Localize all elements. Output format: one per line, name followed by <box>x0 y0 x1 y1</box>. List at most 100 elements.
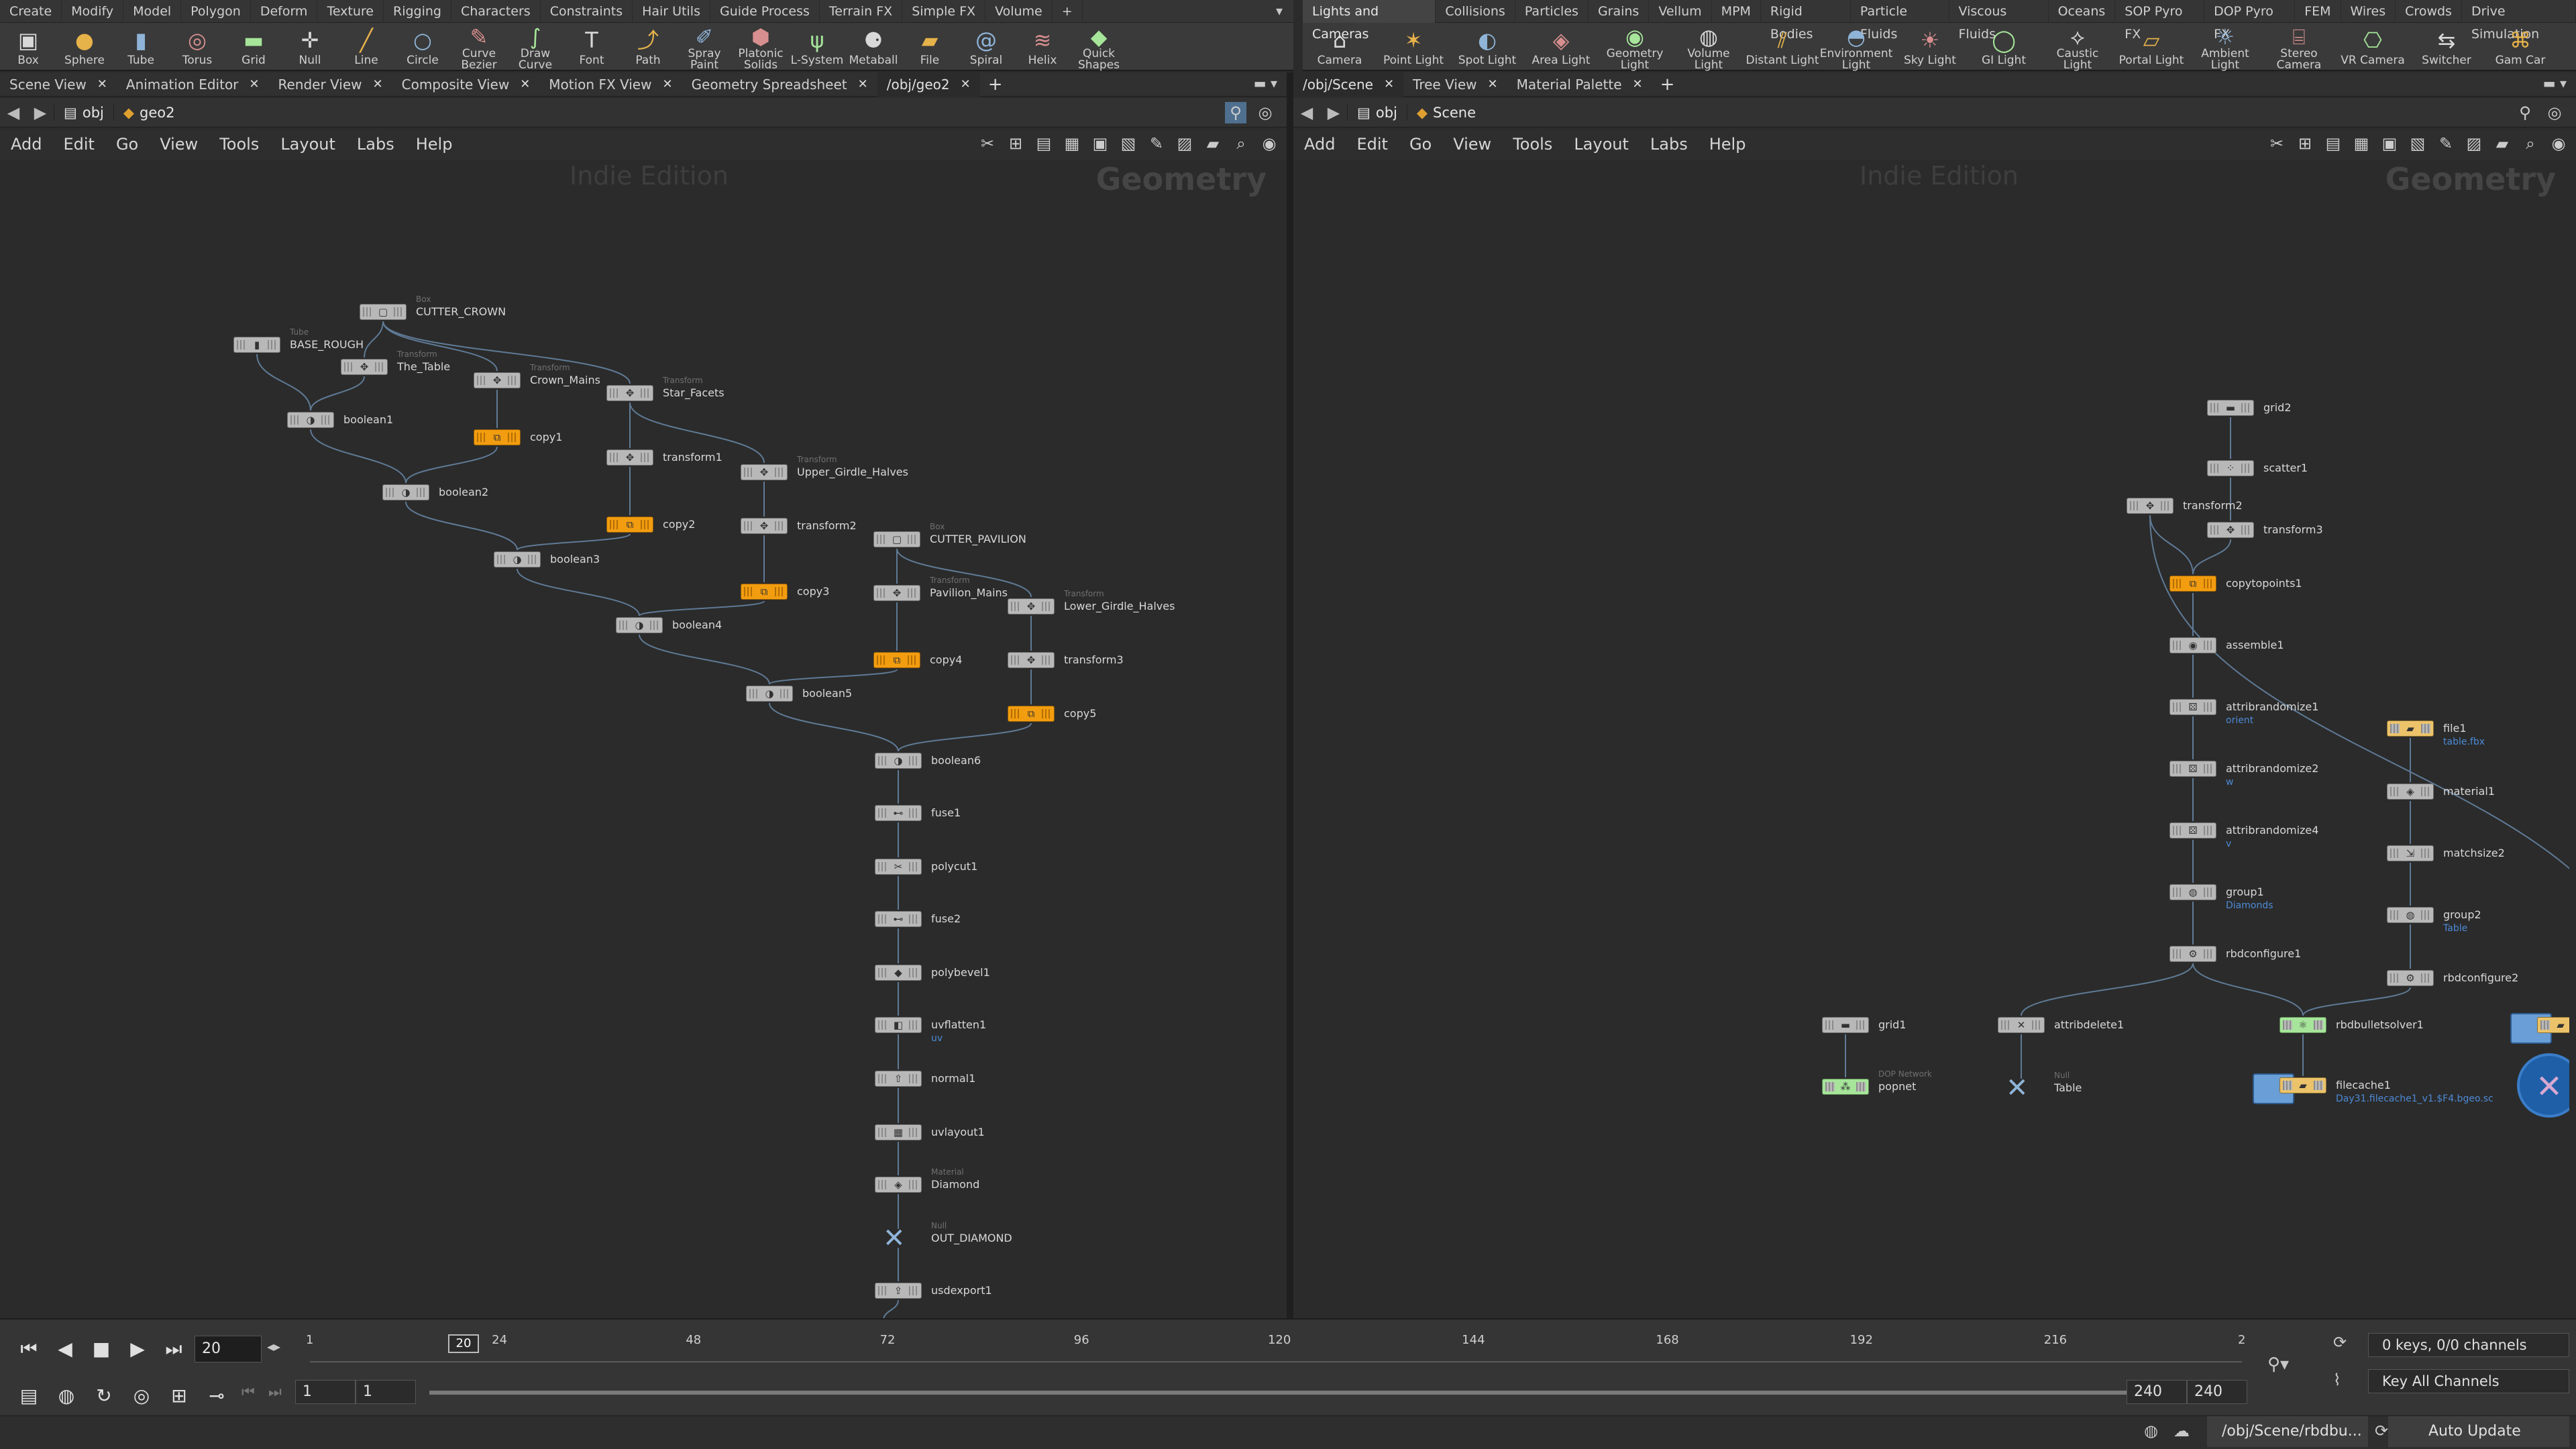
pin-icon[interactable]: ⚲ <box>1225 102 1246 123</box>
shelf-tab-characters[interactable]: Characters <box>451 0 541 23</box>
close-icon[interactable]: ✕ <box>1488 72 1498 97</box>
tool-sky-light[interactable]: ☀ Sky Light <box>1893 24 1967 71</box>
wire-cutter_crown-the_table[interactable] <box>364 321 384 358</box>
menu-view[interactable]: View <box>1442 135 1502 154</box>
wrench-icon[interactable]: ✂ <box>977 133 998 154</box>
tab-tree-view[interactable]: Tree View ✕ <box>1403 72 1507 97</box>
tool-vr-camera[interactable]: ⎔ VR Camera <box>2336 24 2410 71</box>
frame-cursor[interactable]: 20 <box>447 1334 479 1353</box>
cloud-icon[interactable]: ☁ <box>2174 1421 2190 1440</box>
wire-copy2-boolean3[interactable] <box>517 533 631 551</box>
tool-metaball[interactable]: ⚈ Metaball <box>845 24 902 71</box>
sticky-icon[interactable]: ▧ <box>1118 133 1139 154</box>
current-frame-field[interactable]: 20 <box>195 1336 262 1362</box>
tool-camera[interactable]: ⌂ Camera <box>1303 24 1377 71</box>
tool-volume-light[interactable]: ◍ Volume Light <box>1672 24 1746 71</box>
grid-view-icon[interactable]: ▦ <box>2351 133 2372 154</box>
play-icon[interactable]: ▶ <box>122 1334 153 1364</box>
pin-icon[interactable]: ⚲ <box>2514 102 2536 123</box>
status-path[interactable]: /obj/Scene/rbdbu... <box>2207 1416 2368 1447</box>
tool-distant-light[interactable]: ⫽ Distant Light <box>1746 24 1819 71</box>
range-end-field[interactable]: 240 <box>2127 1380 2187 1404</box>
shelf-menu-arrow-icon[interactable]: ▾ <box>1276 3 1283 19</box>
menu-labs[interactable]: Labs <box>1640 135 1699 154</box>
stop-icon[interactable]: ■ <box>86 1334 117 1364</box>
tree-icon[interactable]: ⊞ <box>1005 133 1026 154</box>
tool-curve-bezier[interactable]: ✎ Curve Bezier <box>451 24 507 71</box>
shelf-tab-drive-simulation[interactable]: Drive Simulation <box>2462 0 2576 42</box>
back-arrow-icon[interactable]: ◀ <box>1293 103 1320 122</box>
tab-animation-editor[interactable]: Animation Editor ✕ <box>117 72 269 97</box>
menu-add[interactable]: Add <box>1293 135 1346 154</box>
shelf-tab-model[interactable]: Model <box>123 0 182 23</box>
wire-usdexport1-output[interactable] <box>883 1299 899 1318</box>
tab-composite-view[interactable]: Composite View ✕ <box>392 72 540 97</box>
close-icon[interactable]: ✕ <box>961 72 971 97</box>
list-icon[interactable]: ▤ <box>1033 133 1055 154</box>
tool-grid[interactable]: ▬ Grid <box>225 24 282 71</box>
tool-environment-light[interactable]: ◓ Environment Light <box>1819 24 1893 71</box>
path-segment-obj[interactable]: ▤ obj <box>1347 104 1407 121</box>
tool-null[interactable]: ✛ Null <box>282 24 338 71</box>
box-icon[interactable]: ▰ <box>1202 133 1224 154</box>
shelf-tab-hair-utils[interactable]: Hair Utils <box>633 0 710 23</box>
shelf-tab-mpm[interactable]: MPM <box>1712 0 1761 23</box>
wire-boolean3-boolean4[interactable] <box>517 568 640 616</box>
menu-layout[interactable]: Layout <box>270 135 346 154</box>
range-start-field-2[interactable]: 1 <box>356 1380 416 1404</box>
range-start-field[interactable]: 1 <box>295 1380 356 1404</box>
shelf-tab-polygon[interactable]: Polygon <box>181 0 251 23</box>
sticky-icon[interactable]: ▧ <box>2407 133 2428 154</box>
grid-view-icon[interactable]: ▦ <box>1061 133 1083 154</box>
network-editor-left[interactable]: Indie Edition Geometry ▢ CUTTER_CROWN Box ▮… <box>9 161 1280 1318</box>
shelf-tab-lights-and-cameras[interactable]: Lights and Cameras <box>1303 0 1436 42</box>
tool-line[interactable]: ╱ Line <box>338 24 394 71</box>
tool-circle[interactable]: ○ Circle <box>394 24 451 71</box>
wire-boolean1-boolean2[interactable] <box>310 429 407 484</box>
wire-transform3r-copytopoints1[interactable] <box>2192 539 2231 575</box>
layout-icon[interactable]: ▣ <box>1089 133 1111 154</box>
shelf-tab-texture[interactable]: Texture <box>317 0 384 23</box>
tree-icon[interactable]: ⊞ <box>2294 133 2316 154</box>
path-segment-obj[interactable]: ▤ obj <box>54 104 113 121</box>
tool-draw-curve[interactable]: ∫ Draw Curve <box>507 24 564 71</box>
wire-transform2r-copytopoints1[interactable] <box>2149 515 2194 575</box>
step-arrows-icon[interactable]: ◂▸ <box>267 1338 280 1354</box>
eye-icon[interactable]: ◉ <box>2548 133 2569 154</box>
menu-edit[interactable]: Edit <box>52 135 105 154</box>
tab-obj-scene[interactable]: /obj/Scene ✕ <box>1293 72 1404 97</box>
tool-spot-light[interactable]: ◐ Spot Light <box>1450 24 1524 71</box>
wire-copy1-boolean2[interactable] <box>405 446 498 484</box>
shelf-tab-sop-pyro-fx[interactable]: SOP Pyro FX <box>2115 0 2205 42</box>
play-reverse-icon[interactable]: ◀ <box>50 1334 80 1364</box>
add-tab-icon[interactable]: + <box>1652 74 1683 95</box>
jump-start-icon[interactable]: ⏮ <box>13 1334 44 1364</box>
shelf-tab-terrain-fx[interactable]: Terrain FX <box>820 0 903 23</box>
wire-rbdconfigure1-rbdbulletsolver1[interactable] <box>2192 963 2304 1016</box>
loop-icon[interactable]: ↻ <box>89 1381 119 1411</box>
add-shelf-tab-icon[interactable]: + <box>1053 0 1083 23</box>
menu-view[interactable]: View <box>149 135 209 154</box>
shelf-tab-deform[interactable]: Deform <box>251 0 318 23</box>
range-end-field-2[interactable]: 240 <box>2187 1380 2247 1404</box>
tool-spray-paint[interactable]: ✐ Spray Paint <box>676 24 733 71</box>
realtime-icon[interactable]: ▤ <box>13 1381 44 1411</box>
shelf-tab-volume[interactable]: Volume <box>985 0 1053 23</box>
tool-torus[interactable]: ◎ Torus <box>169 24 225 71</box>
wrench-icon[interactable]: ✂ <box>2266 133 2288 154</box>
shelf-tab-oceans[interactable]: Oceans <box>2049 0 2116 23</box>
wire-copy3-boolean4[interactable] <box>639 600 765 616</box>
range-start-step-icon[interactable]: ⏭ <box>268 1384 295 1401</box>
wire-the_table-boolean1[interactable] <box>310 376 365 411</box>
graph-icon[interactable]: ⌇ <box>2333 1371 2341 1389</box>
image-icon[interactable]: ▨ <box>2463 133 2485 154</box>
link-icon[interactable]: ◎ <box>1254 102 1276 123</box>
tool-helix[interactable]: ≋ Helix <box>1014 24 1071 71</box>
wire-boolean5-boolean6[interactable] <box>769 702 899 752</box>
tool-gam-car[interactable]: ⌘ Gam Car <box>2483 24 2557 71</box>
tool-portal-light[interactable]: ▱ Portal Light <box>2114 24 2188 71</box>
tab-geometry-spreadsheet[interactable]: Geometry Spreadsheet ✕ <box>682 72 877 97</box>
shelf-tab-vellum[interactable]: Vellum <box>1649 0 1712 23</box>
menu-tools[interactable]: Tools <box>1502 135 1563 154</box>
shelf-tab-simple-fx[interactable]: Simple FX <box>902 0 986 23</box>
